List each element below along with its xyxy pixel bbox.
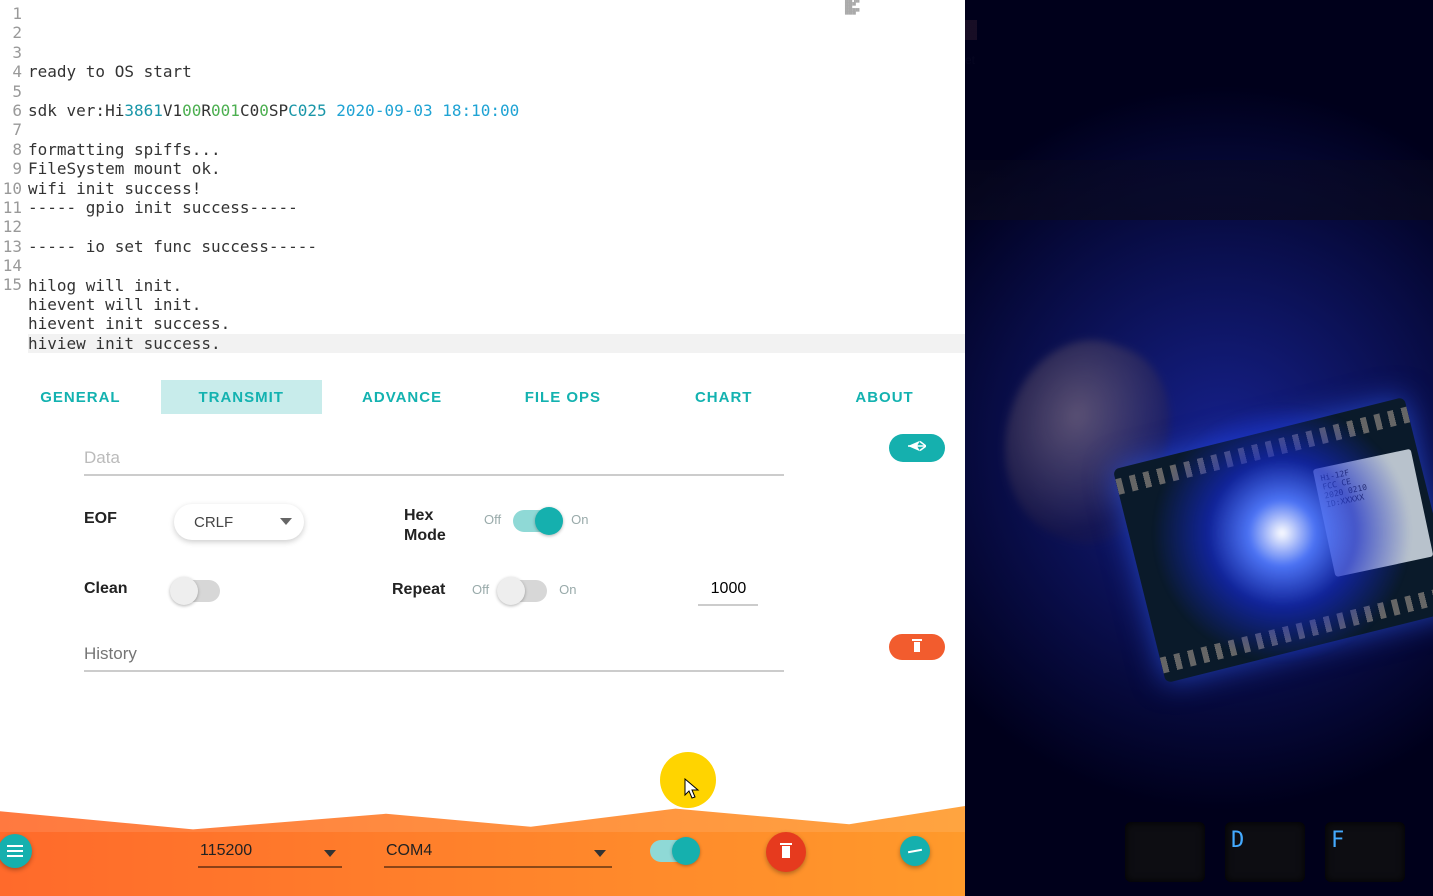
cursor-pointer-icon [684,778,700,805]
clean-toggle[interactable] [174,580,220,602]
console-line: sdk ver:Hi3861V100R001C00SPC025 2020-09-… [28,101,965,120]
line-number: 9 [0,159,22,178]
line-number: 7 [0,120,22,139]
console-line: hievent init success. [28,314,965,333]
line-number: 1 [0,4,22,23]
serial-console: 123456789101112131415 ████ █████████████… [0,0,965,380]
tab-transmit[interactable]: TRANSMIT [161,380,322,414]
repeat-on-label: On [547,574,588,597]
repeat-toggle[interactable] [501,580,547,602]
menu-icon [7,845,23,857]
baudrate-value: 115200 [200,842,252,859]
console-text[interactable]: ████ ███████████████████████████ ready t… [22,0,965,380]
line-number: 10 [0,179,22,198]
line-number: 15 [0,275,22,294]
clear-button[interactable] [766,832,806,872]
tab-bar: GENERALTRANSMITADVANCEFILE OPSCHARTABOUT [0,380,965,414]
repeat-off-label: Off [460,574,501,597]
line-number: 14 [0,256,22,275]
keyboard-key: D [1225,822,1305,882]
connect-toggle[interactable] [650,840,696,862]
hexmode-toggle[interactable] [513,510,559,532]
console-line [28,120,965,139]
led-glow [1152,403,1412,663]
port-select[interactable]: COM4 [384,836,612,868]
keyboard-key: F [1325,822,1405,882]
hardware-camera-view: et Hi-12FFCC CE2020 0210ID:XXXXX D F [965,0,1433,896]
send-icon [908,439,926,458]
hex-on-label: On [559,504,600,527]
line-number: 11 [0,198,22,217]
line-number: 5 [0,82,22,101]
line-number: 12 [0,217,22,236]
hex-off-label: Off [472,504,513,527]
line-number-gutter: 123456789101112131415 [0,0,22,380]
history-input[interactable] [84,636,784,672]
send-button[interactable] [889,434,945,462]
wave-icon [908,849,922,853]
console-line [28,82,965,101]
bottom-toolbar: 115200 COM4 [0,804,965,896]
line-number: 3 [0,43,22,62]
tab-about[interactable]: ABOUT [804,380,965,414]
keyboard-key [1125,822,1205,882]
eof-label: EOF [84,504,174,528]
hexmode-label: HexMode [404,504,472,546]
clean-label: Clean [84,574,174,598]
line-number: 4 [0,62,22,81]
chevron-down-icon [594,850,606,857]
tab-advance[interactable]: ADVANCE [322,380,483,414]
repeat-label: Repeat [392,574,460,600]
repeat-interval-input[interactable] [698,574,758,606]
eof-select[interactable]: CRLF [174,504,304,540]
chevron-down-icon [324,850,336,857]
baudrate-select[interactable]: 115200 [198,836,342,868]
line-number: 13 [0,237,22,256]
line-number: 2 [0,23,22,42]
tab-chart[interactable]: CHART [643,380,804,414]
line-number: 8 [0,140,22,159]
console-line: ready to OS start [28,62,965,81]
console-line [28,256,965,275]
eof-value: CRLF [194,514,233,531]
tab-general[interactable]: GENERAL [0,380,161,414]
console-line [28,217,965,236]
trash-icon [782,846,790,858]
console-line: ----- io set func success----- [28,237,965,256]
port-value: COM4 [386,842,432,859]
trash-icon [914,642,920,652]
data-input[interactable] [84,438,784,476]
console-line: hievent will init. [28,295,965,314]
console-line: hilog will init. [28,276,965,295]
console-line: formatting spiffs... [28,140,965,159]
extra-action-button[interactable] [900,836,930,866]
minimap[interactable]: ████ ███████████████████████████ [845,0,955,40]
console-line: wifi init success! [28,179,965,198]
console-line: ----- gpio init success----- [28,198,965,217]
line-number: 6 [0,101,22,120]
tab-file-ops[interactable]: FILE OPS [482,380,643,414]
console-line: hiview init success. [28,334,965,353]
history-delete-button[interactable] [889,634,945,660]
console-line: FileSystem mount ok. [28,159,965,178]
chevron-down-icon [280,518,292,525]
